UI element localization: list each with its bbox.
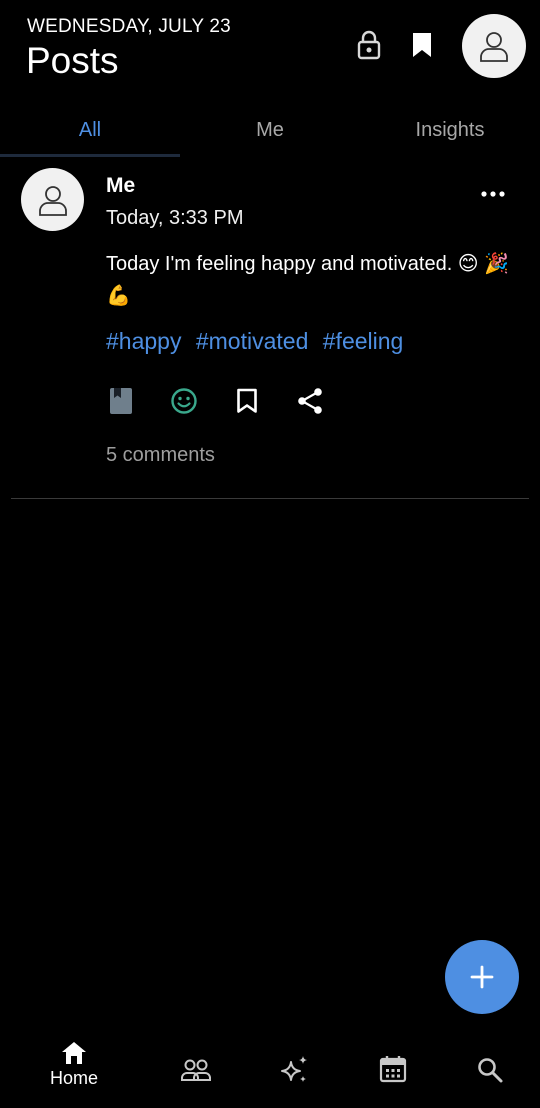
tab-bar: All Me Insights <box>0 106 540 158</box>
nav-home-label: Home <box>49 1068 98 1088</box>
nav-search[interactable] <box>436 1040 540 1100</box>
tab-indicator <box>0 154 180 157</box>
user-icon <box>480 32 508 62</box>
post-divider <box>11 498 529 499</box>
post-tags: #happy #motivated #feeling <box>106 328 411 355</box>
post-time: Today, 3:33 PM <box>106 207 244 229</box>
calendar-icon <box>379 1056 407 1083</box>
tab-all[interactable]: All <box>0 106 180 154</box>
search-icon <box>478 1058 503 1083</box>
tag-feeling[interactable]: #feeling <box>323 328 404 354</box>
bookmark-outline-icon[interactable] <box>232 385 262 417</box>
add-post-button[interactable] <box>445 940 519 1014</box>
bookmark-icon[interactable] <box>405 28 439 62</box>
post-card[interactable]: Me Today, 3:33 PM Today I'm feeling happ… <box>0 160 540 500</box>
post-body: Today I'm feeling happy and motivated. 😊… <box>106 253 510 307</box>
nav-calendar[interactable] <box>339 1040 447 1100</box>
app-header: WEDNESDAY, JULY 23 Posts <box>0 0 540 100</box>
nav-sparkles[interactable] <box>240 1040 348 1100</box>
tab-insights[interactable]: Insights <box>360 106 540 154</box>
comments-link[interactable]: 5 comments <box>106 444 215 467</box>
bottom-navigation: Home <box>0 1040 540 1108</box>
more-options-icon[interactable] <box>476 182 510 206</box>
sparkles-icon <box>281 1056 307 1082</box>
tab-me[interactable]: Me <box>180 106 360 154</box>
post-author: Me <box>106 174 136 197</box>
plus-icon <box>470 965 494 989</box>
share-icon[interactable] <box>295 385 325 417</box>
smiley-icon[interactable] <box>169 385 199 417</box>
profile-avatar[interactable] <box>462 14 526 78</box>
people-icon <box>181 1059 211 1081</box>
tag-motivated[interactable]: #motivated <box>196 328 309 354</box>
tag-happy[interactable]: #happy <box>106 328 181 354</box>
nav-home[interactable]: Home <box>20 1040 128 1100</box>
home-icon <box>62 1042 86 1064</box>
page-title: Posts <box>26 40 119 81</box>
lock-icon[interactable] <box>352 28 386 62</box>
post-avatar[interactable] <box>21 168 84 231</box>
user-icon <box>38 185 67 216</box>
header-date: WEDNESDAY, JULY 23 <box>27 16 231 37</box>
nav-people[interactable] <box>142 1040 250 1100</box>
journal-icon[interactable] <box>106 385 136 417</box>
